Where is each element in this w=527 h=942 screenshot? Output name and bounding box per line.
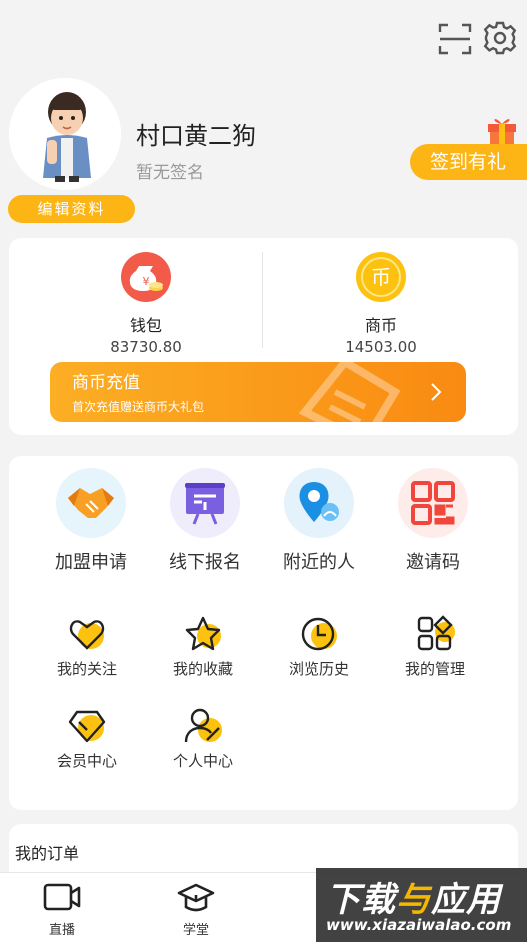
profile-header: 村口黄二狗 暂无签名 编辑资料 签到有礼 [0, 70, 527, 230]
handshake-icon [68, 488, 114, 518]
money-bag-icon: ¥ [121, 252, 171, 302]
watermark-url: www.xiazaiwalao.com [326, 916, 512, 934]
menu-item-my-favorites[interactable]: 我的收藏 [145, 614, 261, 679]
menu-item-label: 我的收藏 [172, 660, 233, 678]
chevron-right-icon [431, 383, 442, 401]
edit-profile-button[interactable]: 编辑资料 [8, 195, 135, 223]
coins-balance: 14503.00 [345, 338, 417, 356]
menu-item-my-follows[interactable]: 我的关注 [29, 614, 145, 679]
menu-item-label: 加盟申请 [55, 552, 127, 573]
handshake-icon-bg [56, 468, 126, 538]
coins-entry[interactable]: 币 商币 14503.00 [254, 252, 508, 356]
menu-item-label: 会员中心 [56, 752, 117, 770]
star-icon [185, 616, 221, 651]
location-person-icon [299, 482, 339, 522]
graduation-cap-icon [177, 883, 215, 912]
coins-label: 商币 [364, 316, 397, 335]
tab-label: 学堂 [182, 923, 209, 938]
avatar[interactable] [9, 78, 121, 190]
tab-label: 直播 [48, 923, 75, 938]
avatar-illustration [9, 78, 121, 190]
menu-item-label: 附近的人 [283, 552, 355, 573]
grid-icon [417, 615, 455, 651]
menu-item-invite-code[interactable]: 邀请码 [375, 468, 491, 574]
location-person-icon-bg [284, 468, 354, 538]
site-watermark: 下载与应用 www.xiazaiwalao.com [316, 868, 527, 942]
watermark-title: 下载与应用 [326, 880, 501, 920]
clock-icon [301, 617, 337, 651]
menu-item-nearby-people[interactable]: 附近的人 [261, 468, 377, 574]
menu-item-member-center[interactable]: 会员中心 [29, 706, 145, 771]
tab-live[interactable]: 直播 [2, 879, 122, 938]
qrcode-icon-bg [398, 468, 468, 538]
menu-item-label: 个人中心 [172, 752, 233, 770]
tab-school[interactable]: 学堂 [136, 879, 256, 938]
gear-icon[interactable] [482, 20, 518, 56]
signature: 暂无签名 [136, 163, 204, 183]
menu-item-offline-signup[interactable]: 线下报名 [147, 468, 263, 574]
nickname: 村口黄二狗 [136, 122, 256, 150]
menu-item-label: 浏览历史 [288, 660, 349, 678]
recharge-title: 商币充值 [72, 373, 140, 393]
svg-text:¥: ¥ [143, 275, 150, 288]
signboard-icon [185, 483, 225, 525]
recharge-subtitle: 首次充值赠送商币大礼包 [72, 400, 205, 414]
menu-item-personal-center[interactable]: 个人中心 [145, 706, 261, 771]
menu-item-label: 我的关注 [56, 660, 117, 678]
qrcode-icon [411, 481, 455, 525]
menu-item-label: 线下报名 [169, 552, 241, 573]
recharge-banner[interactable]: 商币充值 首次充值赠送商币大礼包 [50, 362, 466, 422]
wallet-balance: 83730.80 [110, 338, 182, 356]
menu-item-history[interactable]: 浏览历史 [261, 614, 377, 679]
orders-title: 我的订单 [15, 844, 80, 863]
menu-item-my-management[interactable]: 我的管理 [377, 614, 493, 679]
wallet-entry[interactable]: ¥ 钱包 83730.80 [19, 252, 273, 356]
svg-text:币: 币 [371, 265, 391, 289]
menu-item-label: 邀请码 [406, 552, 460, 573]
gift-icon [488, 119, 516, 146]
coin-icon: 币 [356, 252, 406, 302]
scan-icon[interactable] [438, 22, 472, 56]
person-icon [184, 708, 222, 743]
top-bar [0, 0, 527, 70]
wallet-card: ¥ 钱包 83730.80 币 商币 14503.00 商币充值 首次充值赠送商… [9, 238, 518, 435]
menu-item-label: 我的管理 [404, 660, 465, 678]
video-icon [43, 883, 81, 911]
checkin-reward-button[interactable]: 签到有礼 [410, 144, 527, 180]
diamond-icon [68, 710, 106, 743]
menu-item-franchise[interactable]: 加盟申请 [33, 468, 149, 574]
menu-card: 加盟申请 线下报名 附近的人 邀请码 我的关注 我的收藏 浏览历史 我的管理 会… [9, 456, 518, 810]
signboard-icon-bg [170, 468, 240, 538]
coin-watermark-icon [298, 362, 401, 422]
heart-icon [69, 620, 105, 650]
wallet-label: 钱包 [129, 316, 162, 335]
